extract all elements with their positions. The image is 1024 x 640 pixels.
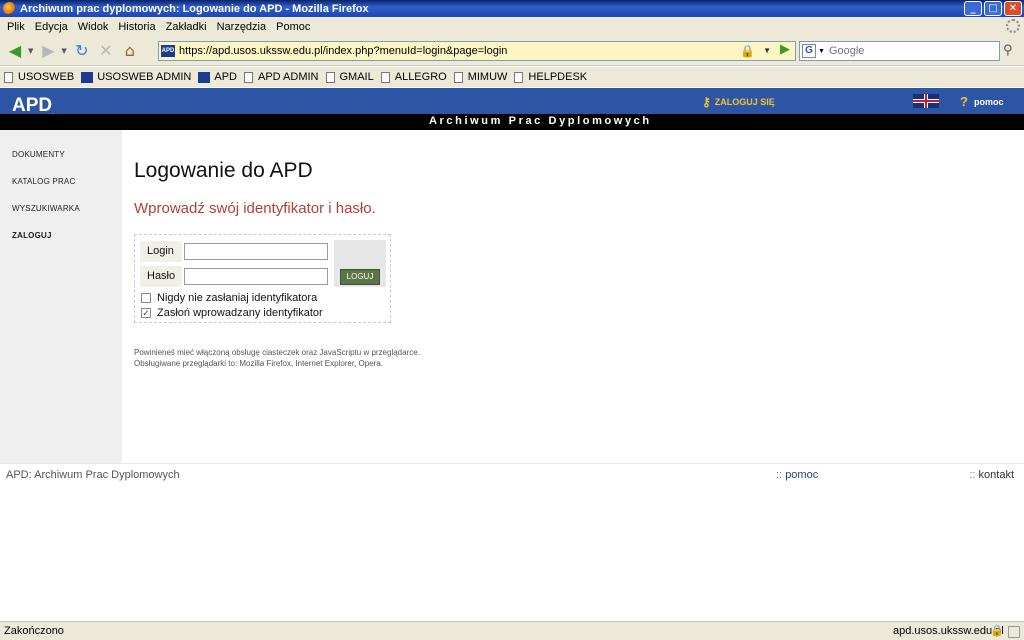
maximize-button[interactable]: □: [984, 1, 1002, 16]
status-host: apd.usos.ukssw.edu.pl: [893, 625, 1004, 637]
sidebar: DOKUMENTY KATALOG PRAC WYSZUKIWARKA ZALO…: [0, 130, 122, 463]
sidebar-item-login[interactable]: ZALOGUJ: [12, 231, 52, 240]
url-text[interactable]: https://apd.usos.ukssw.edu.pl/index.php?…: [179, 45, 507, 57]
status-lock-icon[interactable]: 🔒: [990, 624, 1004, 637]
google-engine-icon[interactable]: G: [802, 44, 816, 58]
page-icon: [243, 71, 253, 83]
page-icon: [4, 71, 13, 83]
close-button[interactable]: ✕: [1004, 1, 1022, 16]
search-engine-dropdown-icon[interactable]: ▼: [818, 48, 825, 55]
url-dropdown-icon[interactable]: ▼: [763, 46, 771, 55]
footer-help-link[interactable]: pomoc: [785, 469, 818, 481]
search-bar[interactable]: G ▼: [799, 41, 1000, 61]
question-icon: ?: [960, 94, 968, 109]
go-icon[interactable]: ▶: [776, 42, 794, 60]
sidebar-item-documents[interactable]: DOKUMENTY: [12, 150, 65, 159]
cookies-note: Powinieneś mieć włączoną obsługę ciastec…: [134, 348, 420, 357]
status-bar: Zakończono apd.usos.ukssw.edu.pl 🔒: [0, 621, 1024, 640]
key-icon: ⚷: [702, 95, 711, 109]
ssl-lock-icon[interactable]: 🔒: [740, 44, 755, 58]
back-icon[interactable]: ◀: [4, 40, 26, 62]
footer-help[interactable]: :: pomoc: [776, 469, 818, 481]
footer-contact[interactable]: :: kontakt: [969, 469, 1014, 481]
header-help-link[interactable]: ? pomoc: [960, 94, 1003, 109]
menu-file[interactable]: Plik: [2, 21, 30, 33]
url-bar[interactable]: APD https://apd.usos.ukssw.edu.pl/index.…: [158, 41, 796, 61]
usos-icon: [81, 71, 94, 83]
login-input[interactable]: [184, 243, 328, 260]
apd-icon: [198, 71, 211, 83]
site-subtitle: Archiwum Prac Dyplomowych: [429, 115, 652, 127]
checkbox-never-hide-box[interactable]: [141, 293, 151, 303]
window-title: Archiwum prac dyplomowych: Logowanie do …: [20, 2, 369, 15]
checkbox-hide[interactable]: ✓ Zasłoń wprowadzany identyfikator: [141, 307, 323, 319]
firefox-icon: [3, 2, 16, 15]
page-icon: [380, 71, 390, 83]
page-icon: [514, 71, 524, 83]
bookmark-apd[interactable]: APD: [198, 71, 237, 83]
login-button-cell: LOGUJ: [334, 240, 386, 287]
footer-contact-link[interactable]: kontakt: [979, 469, 1014, 481]
page-footer: APD: Archiwum Prac Dyplomowych :: pomoc …: [0, 463, 1024, 485]
checkbox-hide-box[interactable]: ✓: [141, 308, 151, 318]
bookmark-mimuw[interactable]: MIMUW: [453, 71, 507, 83]
search-icon[interactable]: ⚲: [1003, 43, 1013, 58]
stop-icon[interactable]: ✕: [95, 40, 117, 62]
login-form: Login Hasło LOGUJ Nigdy nie zasłaniaj id…: [134, 234, 391, 323]
menu-history[interactable]: Historia: [113, 21, 160, 33]
login-label: Login: [140, 241, 182, 262]
site-header: [0, 88, 1024, 114]
status-text: Zakończono: [4, 625, 64, 637]
home-icon[interactable]: ⌂: [119, 40, 141, 62]
menu-view[interactable]: Widok: [73, 21, 114, 33]
browsers-note: Obsługiwane przeglądarki to: Mozilla Fir…: [134, 359, 384, 368]
menu-bar: Plik Edycja Widok Historia Zakładki Narz…: [0, 17, 1024, 36]
footer-app-name: APD: Archiwum Prac Dyplomowych: [6, 469, 180, 481]
header-login-link[interactable]: ⚷ ZALOGUJ SIĘ: [702, 95, 775, 109]
window-title-bar: Archiwum prac dyplomowych: Logowanie do …: [0, 0, 1024, 17]
menu-bookmarks[interactable]: Zakładki: [161, 21, 212, 33]
back-history-dropdown-icon[interactable]: ▼: [28, 47, 33, 55]
password-input[interactable]: [184, 268, 328, 285]
menu-help[interactable]: Pomoc: [271, 21, 315, 33]
bookmark-apd-admin[interactable]: APD ADMIN: [243, 71, 319, 83]
bookmark-usosweb[interactable]: USOSWEB: [4, 71, 74, 83]
checkbox-never-hide[interactable]: Nigdy nie zasłaniaj identyfikatora: [141, 292, 317, 304]
subtitle-bar: Archiwum Prac Dyplomowych: [0, 114, 1024, 130]
sidebar-item-catalog[interactable]: KATALOG PRAC: [12, 177, 75, 186]
search-input[interactable]: [828, 45, 989, 57]
english-flag-icon[interactable]: [913, 94, 939, 108]
forward-icon[interactable]: ▶: [37, 40, 59, 62]
minimize-button[interactable]: _: [964, 1, 982, 16]
bookmarks-toolbar: USOSWEB USOSWEB ADMIN APD APD ADMIN GMAI…: [0, 67, 1024, 87]
navigation-toolbar: ◀ ▼ ▶ ▼ ↻ ✕ ⌂ APD https://apd.usos.ukssw…: [0, 36, 1024, 66]
site-favicon-icon: APD: [161, 45, 175, 57]
page-subtitle: Wprowadź swój identyfikator i hasło.: [134, 200, 376, 217]
bookmark-allegro[interactable]: ALLEGRO: [380, 71, 447, 83]
reload-icon[interactable]: ↻: [71, 40, 93, 62]
bookmark-usosweb-admin[interactable]: USOSWEB ADMIN: [81, 71, 191, 83]
page-title: Logowanie do APD: [134, 159, 313, 182]
login-button[interactable]: LOGUJ: [340, 269, 380, 285]
page-icon: [453, 71, 463, 83]
page-icon: [325, 71, 335, 83]
throbber-icon: [1006, 19, 1020, 33]
resize-grip[interactable]: [1008, 626, 1020, 638]
sidebar-item-search[interactable]: WYSZUKIWARKA: [12, 204, 80, 213]
password-label: Hasło: [140, 266, 182, 287]
menu-tools[interactable]: Narzędzia: [212, 21, 272, 33]
bookmark-gmail[interactable]: GMAIL: [325, 71, 374, 83]
bookmark-helpdesk[interactable]: HELPDESK: [514, 71, 587, 83]
forward-history-dropdown-icon[interactable]: ▼: [61, 47, 66, 55]
menu-edit[interactable]: Edycja: [30, 21, 73, 33]
